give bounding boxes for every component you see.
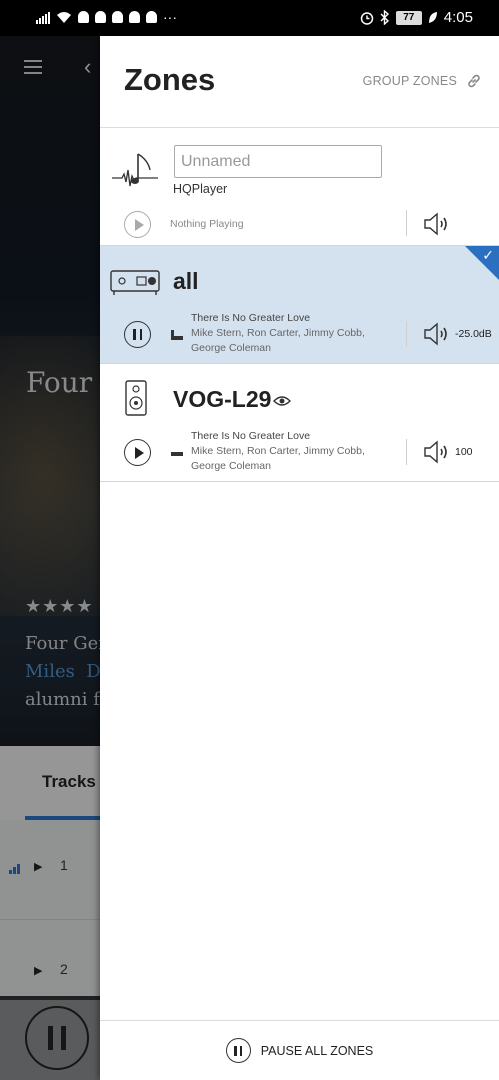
wifi-icon: [57, 11, 71, 23]
zone-name-text: VOG-L29: [173, 386, 272, 412]
track-title: There Is No Greater Love: [191, 312, 311, 324]
volume-value: 100: [455, 446, 473, 458]
leaf-icon: [428, 12, 437, 23]
track-title: There Is No Greater Love: [191, 430, 311, 442]
check-icon: ✓: [482, 247, 494, 263]
pause-icon: [133, 329, 142, 340]
volume-icon: [424, 322, 447, 346]
zone-subtitle: HQPlayer: [173, 182, 228, 196]
eye-icon: [273, 396, 292, 406]
volume-control[interactable]: 100: [423, 440, 473, 464]
amplifier-icon: [110, 270, 160, 295]
zone-name: VOG-L29: [173, 386, 292, 413]
pause-icon: [225, 1038, 251, 1063]
music-note-waveform-icon: [112, 153, 158, 187]
battery-icon: 77: [395, 10, 422, 25]
group-zones-label: GROUP ZONES: [362, 74, 457, 88]
drawer-header: Zones GROUP ZONES: [100, 36, 499, 128]
bell-icon: [129, 11, 140, 23]
bell-icon: [78, 11, 89, 23]
alarm-icon: [360, 11, 374, 25]
bell-icon: [146, 11, 157, 23]
zone-name: all: [173, 268, 199, 294]
divider: [406, 439, 407, 465]
volume-control[interactable]: -25.0dB: [423, 322, 492, 346]
zone-all[interactable]: ✓ all There Is No Greater Love Mike Ster…: [100, 246, 499, 364]
clock: 4:05: [443, 9, 473, 26]
bell-icon: [95, 11, 106, 23]
group-zones-button[interactable]: GROUP ZONES: [363, 72, 483, 90]
audio-level-icon: [171, 452, 183, 456]
zones-drawer: Zones GROUP ZONES HQPlayer Nothing Playi…: [100, 36, 499, 1080]
play-button[interactable]: [124, 439, 151, 466]
status-left-icons: ···: [36, 9, 177, 25]
zone-hqplayer[interactable]: HQPlayer Nothing Playing: [100, 128, 499, 246]
bluetooth-icon: [380, 10, 389, 25]
track-artists: Mike Stern, Ron Carter, Jimmy Cobb,: [191, 445, 365, 457]
volume-icon: [424, 440, 447, 464]
drawer-title: Zones: [124, 62, 216, 97]
zone-name-input[interactable]: [174, 145, 382, 178]
divider: [406, 321, 407, 347]
bell-icon: [112, 11, 123, 23]
track-artists: George Coleman: [191, 342, 271, 354]
signal-icon: [36, 11, 50, 24]
play-icon: [134, 218, 144, 231]
link-icon: [468, 74, 480, 88]
pause-all-zones-label: PAUSE ALL ZONES: [260, 1043, 374, 1058]
track-artists: George Coleman: [191, 460, 271, 472]
volume-value: -25.0dB: [455, 328, 492, 340]
now-playing-status: Nothing Playing: [170, 218, 244, 230]
pause-all-zones-button[interactable]: PAUSE ALL ZONES: [100, 1020, 499, 1080]
track-artists: Mike Stern, Ron Carter, Jimmy Cobb,: [191, 327, 365, 339]
status-bar: ··· 77 4:05: [0, 0, 499, 36]
play-icon: [134, 446, 144, 459]
divider: [406, 210, 407, 236]
more-notifications-indicator: ···: [163, 9, 177, 25]
now-playing-info: There Is No Greater Love Mike Stern, Ron…: [191, 429, 365, 474]
zone-vog-l29[interactable]: VOG-L29 There Is No Greater Love Mike St…: [100, 364, 499, 482]
volume-icon: [424, 212, 447, 236]
drawer-scrim[interactable]: [0, 36, 100, 1080]
speaker-icon: [125, 380, 147, 416]
status-right-icons: 77 4:05: [360, 9, 473, 26]
volume-control[interactable]: [423, 212, 451, 236]
audio-level-icon: [171, 330, 183, 340]
now-playing-info: There Is No Greater Love Mike Stern, Ron…: [191, 311, 365, 356]
play-button[interactable]: [124, 211, 151, 238]
pause-button[interactable]: [124, 321, 151, 348]
